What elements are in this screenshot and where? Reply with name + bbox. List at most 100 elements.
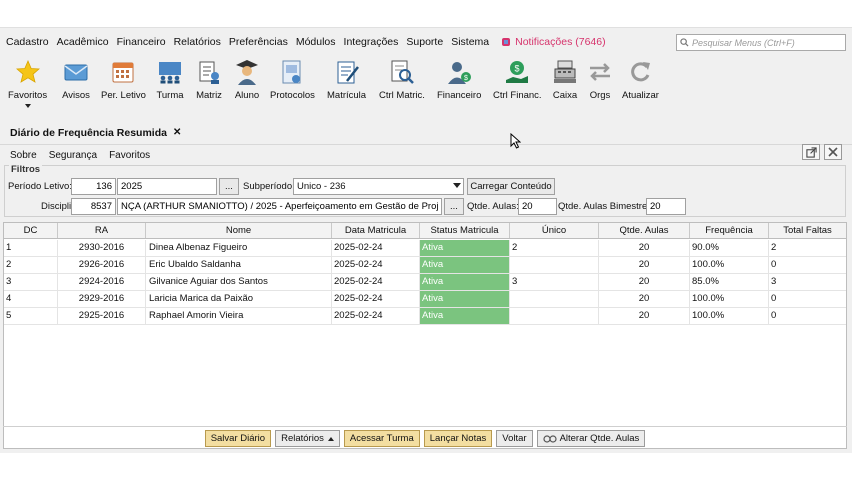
atualizar-label: Atualizar	[622, 90, 659, 101]
protocolos-button[interactable]: Protocolos	[270, 58, 315, 101]
menu-academico[interactable]: Acadêmico	[57, 36, 109, 48]
cell-status: Ativa	[420, 274, 510, 290]
cell-status: Ativa	[420, 257, 510, 273]
table-row[interactable]: 4 2929-2016 Laricia Marica da Paixão 202…	[4, 291, 846, 308]
main-toolbar: Favoritos Avisos Per. Letivo Turma Matri…	[0, 56, 852, 114]
relatorios-label: Relatórios	[281, 433, 324, 444]
settings-icon	[542, 434, 557, 443]
notifications-label: Notificações (7646)	[515, 36, 606, 48]
cell-unico[interactable]	[510, 291, 599, 307]
notification-icon	[502, 38, 511, 46]
favoritos-label: Favoritos	[8, 90, 48, 101]
qtde-aulas-field[interactable]	[518, 198, 557, 215]
cell-aulas: 20	[599, 291, 690, 307]
lancar-notas-button[interactable]: Lançar Notas	[423, 430, 493, 447]
aluno-button[interactable]: Aluno	[233, 58, 261, 101]
cell-frequencia: 100.0%	[690, 308, 769, 324]
cell-nome: Dinea Albenaz Figueiro	[146, 240, 332, 256]
document-tab[interactable]: Diário de Frequência Resumida ✕	[0, 121, 852, 145]
alterar-qtde-aulas-button[interactable]: Alterar Qtde. Aulas	[536, 430, 646, 447]
detach-window-button[interactable]	[802, 144, 820, 160]
col-ra-header[interactable]: RA	[58, 223, 146, 238]
cell-status: Ativa	[420, 291, 510, 307]
lancar-notas-label: Lançar Notas	[429, 433, 487, 444]
col-faltas-header[interactable]: Total Faltas	[769, 223, 846, 238]
menu-integracoes[interactable]: Integrações	[344, 36, 399, 48]
classroom-icon	[159, 62, 181, 84]
submenu-favoritos[interactable]: Favoritos	[109, 150, 150, 161]
periodo-code-field[interactable]	[71, 178, 116, 195]
menu-sistema[interactable]: Sistema	[451, 36, 489, 48]
table-row[interactable]: 5 2925-2016 Raphael Amorin Vieira 2025-0…	[4, 308, 846, 325]
relatorios-button[interactable]: Relatórios	[275, 430, 340, 447]
protocol-icon	[282, 60, 301, 84]
tab-title: Diário de Frequência Resumida	[10, 126, 167, 139]
menu-search-input[interactable]	[692, 37, 842, 48]
periodo-lookup-button[interactable]: ...	[219, 178, 239, 195]
close-window-button[interactable]	[824, 144, 842, 160]
turma-button[interactable]: Turma	[156, 58, 184, 101]
disciplina-lookup-button[interactable]: ...	[444, 198, 464, 215]
calendar-icon	[112, 62, 134, 83]
ctrl-financ-button[interactable]: $ Ctrl Financ.	[493, 58, 542, 101]
col-dc-header[interactable]: DC	[4, 223, 58, 238]
cell-dc: 5	[4, 308, 58, 324]
menu-cadastro[interactable]: Cadastro	[6, 36, 49, 48]
carregar-conteudo-button[interactable]: Carregar Conteúdo	[467, 178, 555, 195]
svg-text:$: $	[515, 64, 520, 74]
atualizar-button[interactable]: Atualizar	[622, 58, 659, 101]
action-bar: Salvar Diário Relatórios Acessar Turma L…	[3, 426, 847, 450]
cell-unico[interactable]: 2	[510, 240, 599, 256]
col-status-header[interactable]: Status Matricula	[420, 223, 510, 238]
acessar-turma-button[interactable]: Acessar Turma	[343, 430, 420, 447]
menu-financeiro[interactable]: Financeiro	[117, 36, 166, 48]
cell-data: 2025-02-24	[332, 291, 420, 307]
col-aulas-header[interactable]: Qtde. Aulas	[599, 223, 690, 238]
menu-relatorios[interactable]: Relatórios	[174, 36, 221, 48]
col-data-header[interactable]: Data Matricula	[332, 223, 420, 238]
enrollment-icon	[337, 61, 359, 84]
cell-unico[interactable]	[510, 308, 599, 324]
col-frequencia-header[interactable]: Frequência	[690, 223, 769, 238]
matricula-button[interactable]: Matrícula	[327, 58, 366, 101]
voltar-button[interactable]: Voltar	[496, 430, 533, 447]
qtde-bimestre-field[interactable]	[646, 198, 686, 215]
qtde-aulas-label: Qtde. Aulas:	[467, 201, 519, 212]
salvar-diario-button[interactable]: Salvar Diário	[204, 430, 272, 447]
table-header: DC RA Nome Data Matricula Status Matricu…	[4, 223, 846, 239]
financeiro-button[interactable]: $ Financeiro	[437, 58, 481, 101]
periodo-value-field[interactable]	[117, 178, 217, 195]
col-unico-header[interactable]: Único	[510, 223, 599, 238]
caixa-button[interactable]: Caixa	[551, 58, 579, 101]
table-row[interactable]: 3 2924-2016 Gilvanice Aguiar dos Santos …	[4, 274, 846, 291]
avisos-button[interactable]: Avisos	[62, 58, 90, 101]
table-row[interactable]: 1 2930-2016 Dinea Albenaz Figueiro 2025-…	[4, 240, 846, 257]
submenu-seguranca[interactable]: Segurança	[49, 150, 97, 161]
submenu-sobre[interactable]: Sobre	[10, 150, 37, 161]
periodo-letivo-button[interactable]: Per. Letivo	[101, 58, 146, 101]
notifications-link[interactable]: Notificações (7646)	[501, 36, 606, 48]
menu-preferencias[interactable]: Preferências	[229, 36, 288, 48]
disciplina-value-field[interactable]	[117, 198, 442, 215]
menu-search-box[interactable]	[676, 34, 846, 51]
matricula-label: Matrícula	[327, 90, 367, 101]
tab-close-icon[interactable]: ✕	[173, 127, 181, 138]
cell-aulas: 20	[599, 274, 690, 290]
disciplina-code-field[interactable]	[71, 198, 116, 215]
orgs-button[interactable]: Orgs	[586, 58, 614, 101]
menu-suporte[interactable]: Suporte	[406, 36, 443, 48]
ctrl-financ-label: Ctrl Financ.	[493, 90, 542, 101]
subperiodo-select[interactable]: Unico - 236	[293, 178, 464, 195]
ctrl-matric-button[interactable]: Ctrl Matric.	[379, 58, 425, 101]
matriz-button[interactable]: Matriz	[195, 58, 223, 101]
col-nome-header[interactable]: Nome	[146, 223, 332, 238]
cell-ra: 2924-2016	[58, 274, 146, 290]
cell-unico[interactable]	[510, 257, 599, 273]
table-row[interactable]: 2 2926-2016 Eric Ubaldo Saldanha 2025-02…	[4, 257, 846, 274]
favoritos-button[interactable]: Favoritos	[8, 58, 47, 108]
document-search-icon	[391, 60, 414, 84]
menu-modulos[interactable]: Módulos	[296, 36, 336, 48]
cell-aulas: 20	[599, 240, 690, 256]
cell-unico[interactable]: 3	[510, 274, 599, 290]
matrix-icon	[199, 61, 219, 84]
